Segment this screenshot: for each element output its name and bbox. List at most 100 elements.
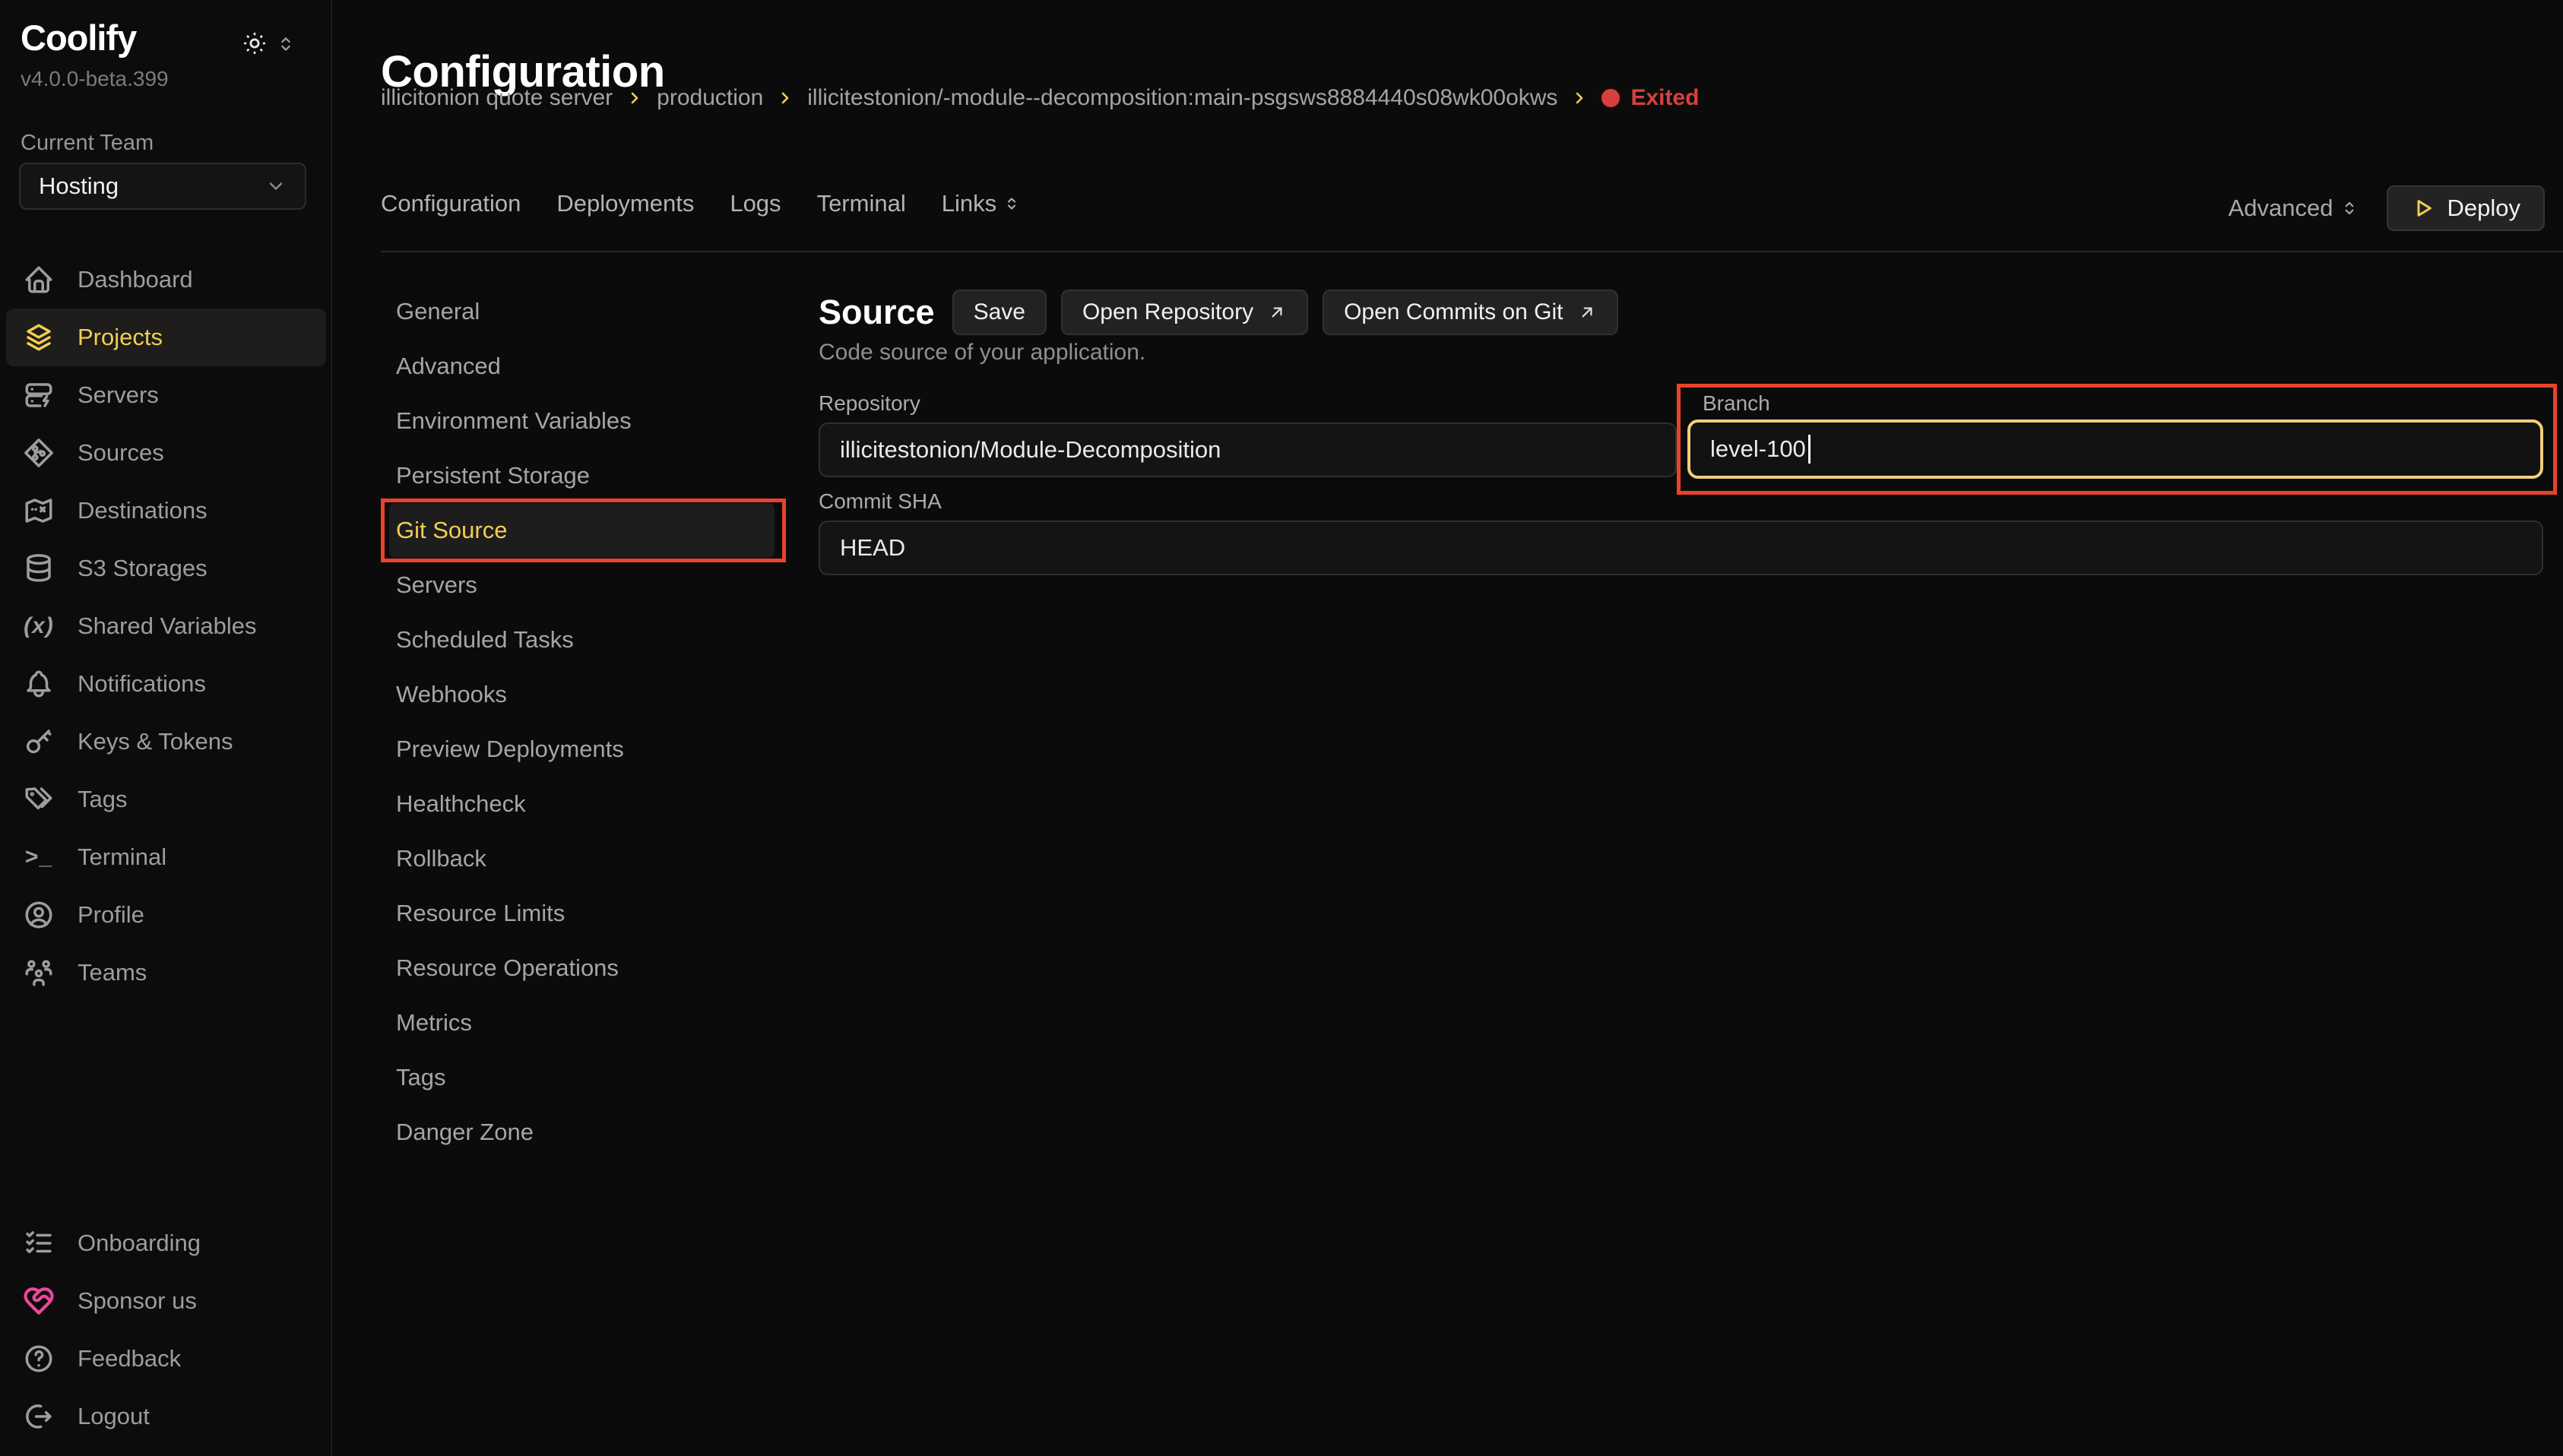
sidebar-item-onboarding[interactable]: Onboarding bbox=[6, 1214, 326, 1272]
branch-label: Branch bbox=[1703, 391, 1770, 416]
top-actions: Advanced Deploy bbox=[2229, 185, 2545, 231]
heart-hands-icon bbox=[23, 1285, 55, 1317]
chevron-updown-icon bbox=[1003, 195, 1021, 213]
home-icon bbox=[23, 264, 55, 296]
subnav-danger-zone[interactable]: Danger Zone bbox=[389, 1105, 775, 1160]
sidebar-item-label: Dashboard bbox=[78, 266, 193, 293]
chevron-updown-icon bbox=[2340, 198, 2359, 218]
layers-icon bbox=[23, 321, 55, 353]
chevron-right-icon bbox=[776, 89, 794, 107]
help-circle-icon bbox=[23, 1343, 55, 1375]
advanced-dropdown[interactable]: Advanced bbox=[2229, 195, 2359, 222]
sidebar-nav: Dashboard Projects Servers Sources Desti… bbox=[6, 251, 326, 1002]
server-icon bbox=[23, 379, 55, 411]
breadcrumb-project[interactable]: illicitonion quote server bbox=[381, 85, 613, 111]
sidebar-item-label: Terminal bbox=[78, 844, 166, 871]
tab-terminal[interactable]: Terminal bbox=[817, 190, 906, 217]
sidebar-item-label: Sources bbox=[78, 439, 164, 467]
user-circle-icon bbox=[23, 899, 55, 931]
sidebar-item-destinations[interactable]: Destinations bbox=[6, 482, 326, 540]
subnav-preview-deployments[interactable]: Preview Deployments bbox=[389, 722, 775, 777]
breadcrumb-environment[interactable]: production bbox=[657, 85, 763, 111]
sidebar-item-label: Servers bbox=[78, 381, 159, 409]
sidebar-item-servers[interactable]: Servers bbox=[6, 366, 326, 424]
subnav-resource-limits[interactable]: Resource Limits bbox=[389, 886, 775, 941]
variables-icon: (x) bbox=[23, 610, 55, 642]
tab-configuration[interactable]: Configuration bbox=[381, 190, 521, 217]
sidebar-item-s3-storages[interactable]: S3 Storages bbox=[6, 540, 326, 597]
tab-logs[interactable]: Logs bbox=[730, 190, 781, 217]
subnav-persistent-storage[interactable]: Persistent Storage bbox=[389, 448, 775, 503]
sidebar-item-keys-tokens[interactable]: Keys & Tokens bbox=[6, 713, 326, 771]
sidebar-item-tags[interactable]: Tags bbox=[6, 771, 326, 828]
sidebar-item-label: Notifications bbox=[78, 670, 206, 698]
sidebar-item-label: S3 Storages bbox=[78, 555, 208, 582]
subnav-rollback[interactable]: Rollback bbox=[389, 831, 775, 886]
sidebar-item-label: Sponsor us bbox=[78, 1287, 197, 1315]
sidebar-item-label: Onboarding bbox=[78, 1230, 201, 1257]
tab-links[interactable]: Links bbox=[942, 190, 1021, 217]
sidebar-item-label: Tags bbox=[78, 786, 127, 813]
text-cursor bbox=[1808, 435, 1811, 464]
sidebar-item-label: Profile bbox=[78, 901, 144, 929]
git-source-icon bbox=[23, 437, 55, 469]
subnav-git-source[interactable]: Git Source bbox=[389, 503, 775, 558]
chevron-down-icon bbox=[265, 176, 287, 197]
deploy-button[interactable]: Deploy bbox=[2387, 185, 2546, 231]
commit-sha-label: Commit SHA bbox=[819, 489, 942, 514]
branch-input[interactable]: level-100 bbox=[1687, 419, 2543, 479]
sidebar-item-dashboard[interactable]: Dashboard bbox=[6, 251, 326, 309]
subnav-servers[interactable]: Servers bbox=[389, 558, 775, 612]
bell-icon bbox=[23, 668, 55, 700]
sidebar-item-shared-variables[interactable]: (x) Shared Variables bbox=[6, 597, 326, 655]
sidebar-item-notifications[interactable]: Notifications bbox=[6, 655, 326, 713]
sidebar-item-projects[interactable]: Projects bbox=[6, 309, 326, 366]
chevron-right-icon bbox=[626, 89, 644, 107]
subnav-healthcheck[interactable]: Healthcheck bbox=[389, 777, 775, 831]
subnav-tags[interactable]: Tags bbox=[389, 1050, 775, 1105]
theme-selector-icon[interactable] bbox=[275, 33, 296, 55]
chevron-right-icon bbox=[1570, 89, 1589, 107]
subnav-scheduled-tasks[interactable]: Scheduled Tasks bbox=[389, 612, 775, 667]
open-commits-button[interactable]: Open Commits on Git bbox=[1323, 290, 1617, 335]
breadcrumb-application[interactable]: illicitestonion/-module--decomposition:m… bbox=[807, 85, 1557, 111]
status-badge: Exited bbox=[1601, 85, 1699, 111]
app-logo[interactable]: Coolify bbox=[21, 17, 136, 59]
subnav-webhooks[interactable]: Webhooks bbox=[389, 667, 775, 722]
tab-bar: Configuration Deployments Logs Terminal … bbox=[381, 190, 1021, 217]
sidebar-item-terminal[interactable]: >_ Terminal bbox=[6, 828, 326, 886]
sidebar-item-feedback[interactable]: Feedback bbox=[6, 1330, 326, 1388]
subnav-advanced[interactable]: Advanced bbox=[389, 339, 775, 394]
repository-input[interactable]: illicitestonion/Module-Decomposition bbox=[819, 423, 1677, 477]
sun-icon[interactable] bbox=[242, 30, 268, 56]
team-select-value: Hosting bbox=[39, 173, 119, 200]
checklist-icon bbox=[23, 1227, 55, 1259]
app-version: v4.0.0-beta.399 bbox=[21, 67, 169, 91]
sidebar-item-label: Feedback bbox=[78, 1345, 181, 1372]
subnav-metrics[interactable]: Metrics bbox=[389, 995, 775, 1050]
tabs-divider bbox=[381, 251, 2563, 252]
subnav-general[interactable]: General bbox=[389, 284, 775, 339]
sidebar-item-label: Shared Variables bbox=[78, 612, 257, 640]
status-dot-icon bbox=[1601, 89, 1620, 107]
open-repository-button[interactable]: Open Repository bbox=[1061, 290, 1308, 335]
terminal-icon: >_ bbox=[23, 841, 55, 873]
team-select[interactable]: Hosting bbox=[19, 163, 306, 210]
key-icon bbox=[23, 726, 55, 758]
sidebar-item-logout[interactable]: Logout bbox=[6, 1388, 326, 1445]
sidebar-item-label: Teams bbox=[78, 959, 147, 986]
sidebar-item-sponsor-us[interactable]: Sponsor us bbox=[6, 1272, 326, 1330]
sidebar: Coolify v4.0.0-beta.399 Current Team Hos… bbox=[0, 0, 332, 1456]
subnav-resource-operations[interactable]: Resource Operations bbox=[389, 941, 775, 995]
subnav-environment-variables[interactable]: Environment Variables bbox=[389, 394, 775, 448]
sidebar-item-teams[interactable]: Teams bbox=[6, 944, 326, 1002]
sidebar-item-label: Keys & Tokens bbox=[78, 728, 233, 755]
sidebar-item-profile[interactable]: Profile bbox=[6, 886, 326, 944]
breadcrumb: illicitonion quote server production ill… bbox=[381, 85, 1699, 111]
commit-sha-input[interactable]: HEAD bbox=[819, 521, 2543, 575]
save-button[interactable]: Save bbox=[952, 290, 1047, 335]
sidebar-item-label: Projects bbox=[78, 324, 163, 351]
sidebar-item-sources[interactable]: Sources bbox=[6, 424, 326, 482]
tab-deployments[interactable]: Deployments bbox=[556, 190, 694, 217]
source-header: Source Save Open Repository Open Commits… bbox=[819, 290, 1618, 335]
